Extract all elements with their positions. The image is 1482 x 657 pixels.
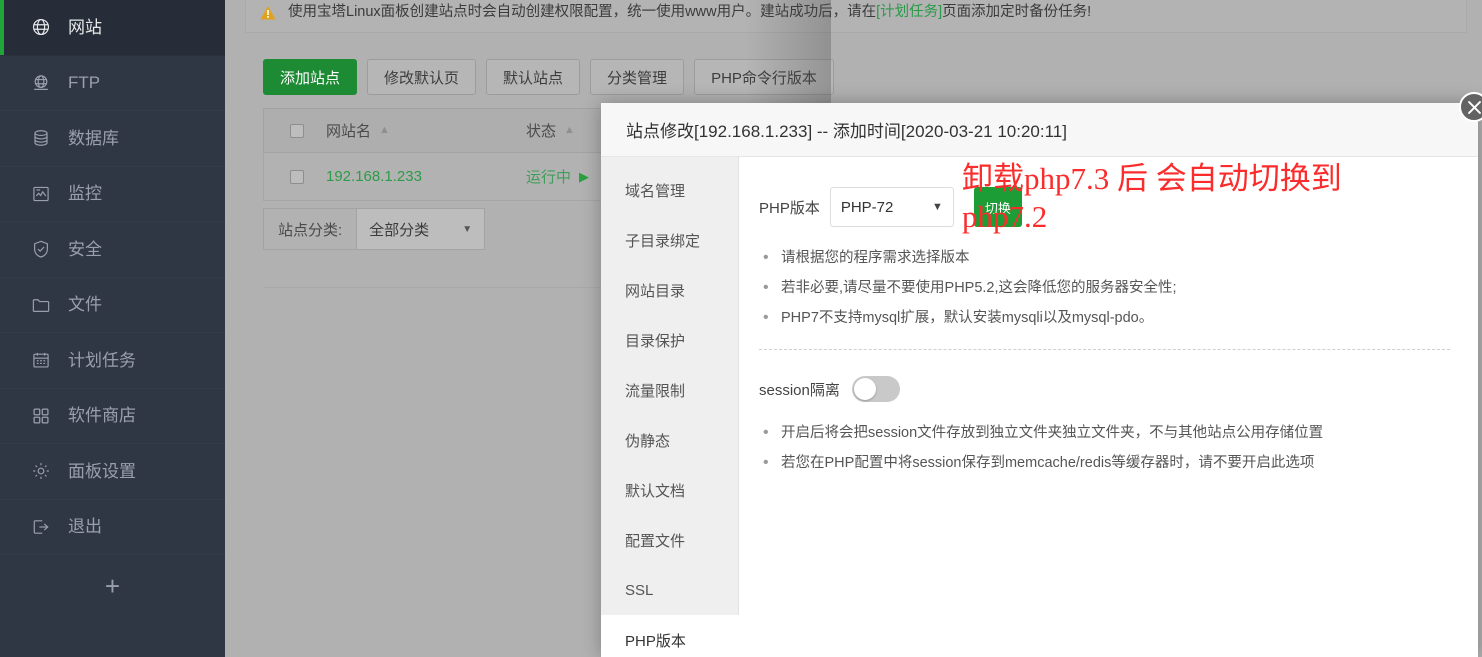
dialog-tab-8[interactable]: 配置文件 bbox=[601, 515, 738, 565]
toolbar-button-1[interactable]: 添加站点 bbox=[263, 59, 358, 95]
toolbar-button-2[interactable]: 修改默认页 bbox=[367, 59, 477, 95]
database-icon bbox=[30, 127, 52, 149]
select-all-checkbox[interactable] bbox=[290, 123, 304, 138]
grid-apps-icon bbox=[30, 405, 52, 427]
dialog-tab-5[interactable]: 流量限制 bbox=[601, 365, 738, 415]
toolbar-button-4[interactable]: 分类管理 bbox=[590, 59, 685, 95]
dialog-tab-4[interactable]: 目录保护 bbox=[601, 315, 738, 365]
column-header-name[interactable]: 网站名 ▲ bbox=[326, 120, 526, 141]
sidebar-item-label: 退出 bbox=[68, 517, 102, 537]
shield-check-icon bbox=[30, 238, 52, 260]
dialog-tab-10[interactable]: PHP版本 bbox=[601, 615, 740, 657]
dialog-tab-list: 域名管理 子目录绑定 网站目录 目录保护 流量限制 伪静态 默认文档 配置文件 SSL PHP版本 bbox=[601, 157, 740, 657]
php-switch-button[interactable]: 切换 bbox=[973, 187, 1022, 227]
dialog-tab-3[interactable]: 网站目录 bbox=[601, 265, 738, 315]
php-version-label: PHP版本 bbox=[759, 199, 820, 217]
sidebar-item-label: 安全 bbox=[68, 239, 102, 259]
sidebar-item-5[interactable]: 安全 bbox=[0, 222, 225, 278]
php-version-select[interactable]: PHP-72 ▼ bbox=[829, 187, 954, 227]
dialog-tab-1[interactable]: 域名管理 bbox=[601, 165, 738, 215]
toggle-knob bbox=[853, 378, 876, 400]
dialog-tab-panel-php: PHP版本 PHP-72 ▼ 切换 请根据您的程序需求选择版本若非必要,请尽量不… bbox=[739, 157, 1478, 657]
column-header-name-label: 网站名 bbox=[326, 123, 372, 140]
notice-text-after: 页面添加定时备份任务! bbox=[942, 4, 1092, 21]
app-root: 网站 FTP 数据库监控安全文件计划任务软件商店面板设置退出 + 使用宝塔Linux… bbox=[0, 0, 1482, 657]
sidebar-item-label: 网站 bbox=[68, 17, 102, 37]
sidebar-item-label: 数据库 bbox=[68, 128, 119, 148]
dialog-tab-7[interactable]: 默认文档 bbox=[601, 465, 738, 515]
dialog-title: 站点修改[192.168.1.233] -- 添加时间[2020-03-21 1… bbox=[601, 103, 1478, 157]
section-divider bbox=[759, 349, 1450, 350]
close-icon[interactable] bbox=[1459, 92, 1482, 122]
toolbar-button-3[interactable]: 默认站点 bbox=[486, 59, 581, 95]
sort-asc-icon[interactable]: ▲ bbox=[379, 125, 390, 136]
sidebar-item-7[interactable]: 计划任务 bbox=[0, 333, 225, 389]
session-isolation-label: session隔离 bbox=[759, 381, 840, 399]
ftp-globe-icon bbox=[30, 72, 52, 94]
sidebar-item-6[interactable]: 文件 bbox=[0, 278, 225, 334]
notice-text-before: 使用宝塔Linux面板创建站点时会自动创建权限配置，统一使用www用户。建站成功… bbox=[288, 4, 877, 21]
sidebar-item-4[interactable]: 监控 bbox=[0, 167, 225, 223]
sidebar-item-9[interactable]: 面板设置 bbox=[0, 444, 225, 500]
sidebar-item-label: 软件商店 bbox=[68, 406, 136, 426]
session-tip-item: 若您在PHP配置中将session保存到memcache/redis等缓存器时，… bbox=[759, 448, 1450, 478]
sort-asc-icon[interactable]: ▲ bbox=[564, 125, 575, 136]
sidebar-add-button[interactable]: + bbox=[0, 555, 225, 617]
dialog-tab-2[interactable]: 子目录绑定 bbox=[601, 215, 738, 265]
site-edit-dialog: 站点修改[192.168.1.233] -- 添加时间[2020-03-21 1… bbox=[601, 92, 1482, 657]
sidebar-item-label: 文件 bbox=[68, 295, 102, 315]
status-badge: 运行中 bbox=[526, 169, 572, 186]
column-header-status-label: 状态 bbox=[526, 123, 557, 140]
play-icon[interactable]: ▶ bbox=[579, 169, 589, 185]
php-version-value: PHP-72 bbox=[840, 198, 894, 216]
php-tip-item: 请根据您的程序需求选择版本 bbox=[759, 243, 1450, 273]
dialog-tab-9[interactable]: SSL bbox=[601, 565, 738, 615]
toolbar-button-5[interactable]: PHP命令行版本 bbox=[694, 59, 834, 95]
logout-icon bbox=[30, 516, 52, 538]
dialog-body: 域名管理 子目录绑定 网站目录 目录保护 流量限制 伪静态 默认文档 配置文件 SSL PHP版本… bbox=[601, 157, 1478, 657]
sidebar-item-label: 计划任务 bbox=[68, 350, 136, 370]
left-sidebar: 网站 FTP 数据库监控安全文件计划任务软件商店面板设置退出 + bbox=[0, 0, 225, 657]
php-tips-list: 请根据您的程序需求选择版本若非必要,请尽量不要使用PHP5.2,这会降低您的服务… bbox=[759, 243, 1450, 333]
session-tips-list: 开启后将会把session文件存放到独立文件夹独立文件夹，不与其他站点公用存储位… bbox=[759, 418, 1450, 478]
monitor-chart-icon bbox=[30, 183, 52, 205]
session-isolation-toggle[interactable] bbox=[851, 376, 900, 402]
sidebar-item-2[interactable]: FTP bbox=[0, 56, 225, 112]
site-category-select[interactable]: 全部分类 ▼ bbox=[356, 209, 485, 249]
notice-text: 使用宝塔Linux面板创建站点时会自动创建权限配置，统一使用www用户。建站成功… bbox=[288, 5, 1091, 20]
toolbar-buttons: 添加站点 修改默认页 默认站点 分类管理 PHP命令行版本 bbox=[263, 59, 834, 95]
warning-triangle-icon bbox=[260, 5, 276, 21]
sidebar-item-label: 面板设置 bbox=[68, 461, 136, 481]
sidebar-item-10[interactable]: 退出 bbox=[0, 500, 225, 556]
sidebar-item-8[interactable]: 软件商店 bbox=[0, 389, 225, 445]
notice-banner: 使用宝塔Linux面板创建站点时会自动创建权限配置，统一使用www用户。建站成功… bbox=[245, 0, 1467, 33]
session-tip-item: 开启后将会把session文件存放到独立文件夹独立文件夹，不与其他站点公用存储位… bbox=[759, 418, 1450, 448]
sidebar-item-3[interactable]: 数据库 bbox=[0, 111, 225, 167]
calendar-icon bbox=[30, 349, 52, 371]
php-tip-item: 若非必要,请尽量不要使用PHP5.2,这会降低您的服务器安全性; bbox=[759, 273, 1450, 303]
chevron-down-icon: ▼ bbox=[931, 201, 943, 213]
sidebar-nav: 网站 FTP 数据库监控安全文件计划任务软件商店面板设置退出 bbox=[0, 0, 225, 555]
site-category-value: 全部分类 bbox=[369, 221, 430, 239]
globe-icon bbox=[30, 16, 52, 38]
sidebar-item-label: FTP bbox=[68, 73, 101, 93]
sidebar-item-label: 监控 bbox=[68, 184, 102, 204]
site-category-filter: 站点分类: 全部分类 ▼ bbox=[263, 208, 486, 250]
php-version-row: PHP版本 PHP-72 ▼ 切换 bbox=[759, 187, 1450, 227]
notice-link[interactable]: [计划任务] bbox=[876, 4, 942, 20]
session-isolation-row: session隔离 bbox=[759, 376, 1450, 402]
cell-site-name: 192.168.1.233 bbox=[326, 168, 526, 185]
sidebar-item-1[interactable]: 网站 bbox=[0, 0, 225, 56]
gear-icon bbox=[30, 460, 52, 482]
site-name-link[interactable]: 192.168.1.233 bbox=[326, 168, 422, 185]
chevron-down-icon: ▼ bbox=[462, 223, 473, 235]
php-tip-item: PHP7不支持mysql扩展，默认安装mysqli以及mysql-pdo。 bbox=[759, 303, 1450, 333]
row-checkbox[interactable] bbox=[290, 169, 304, 184]
dialog-tab-6[interactable]: 伪静态 bbox=[601, 415, 738, 465]
site-category-label: 站点分类: bbox=[278, 221, 343, 239]
folder-icon bbox=[30, 294, 52, 316]
